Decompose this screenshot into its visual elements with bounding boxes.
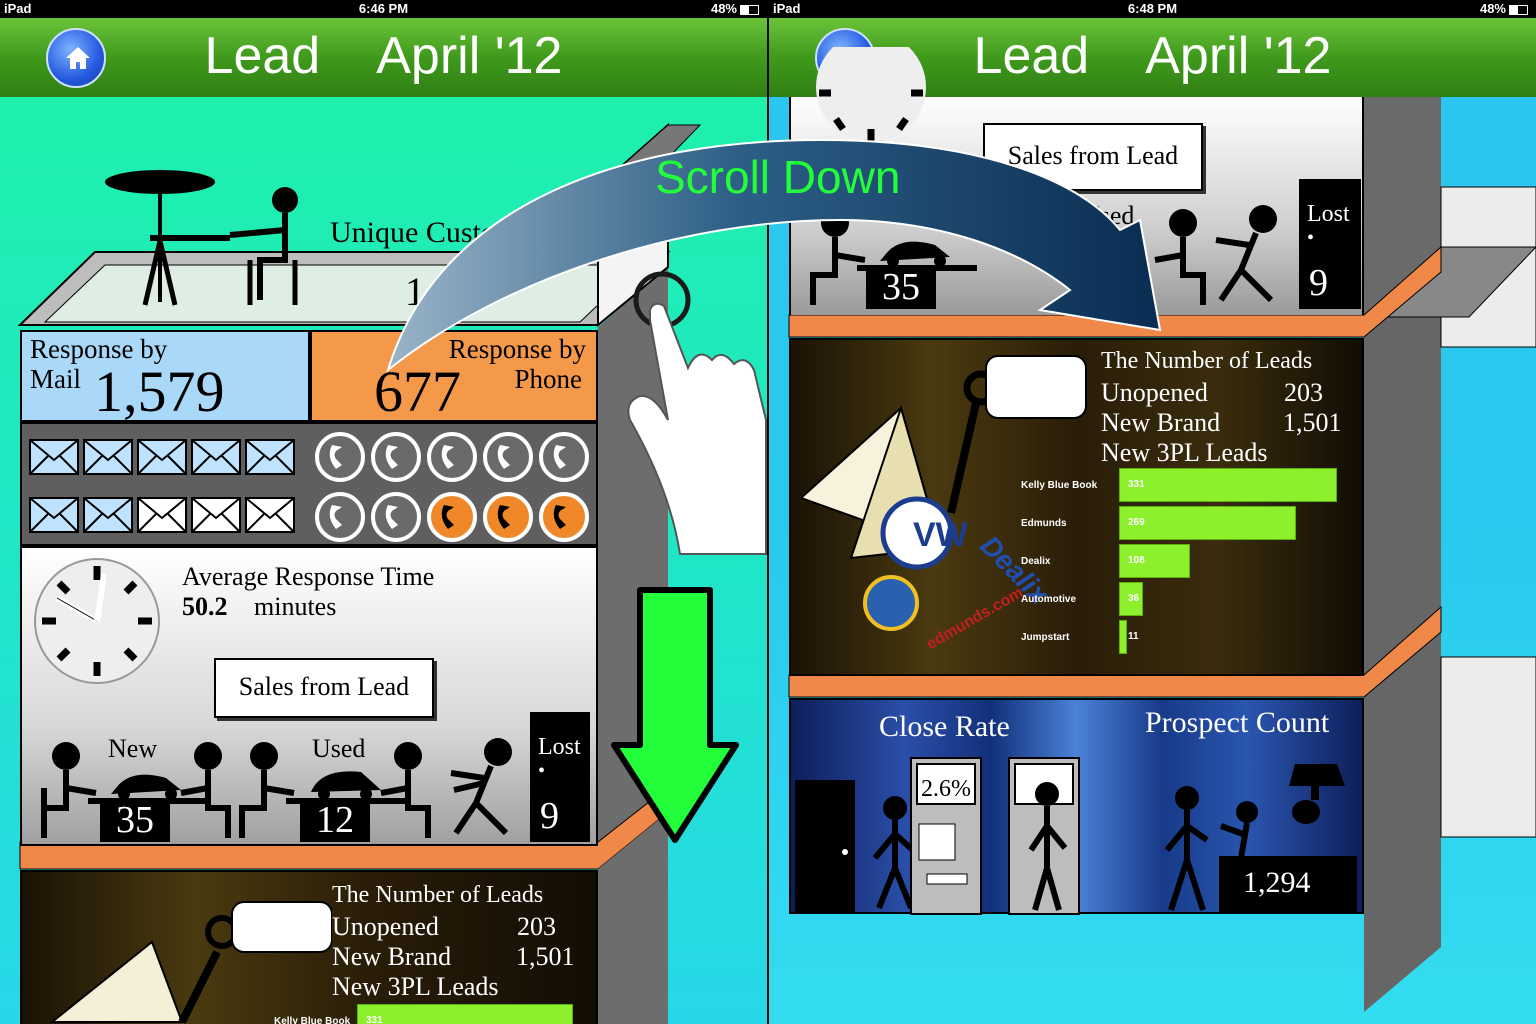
phone-response-icon <box>539 492 589 542</box>
mail-response-icon <box>29 439 79 475</box>
bar-category-label: Jumpstart <box>1021 632 1070 643</box>
lead-bar: 108 <box>1119 544 1191 578</box>
bar-category-label: Dealix <box>1021 556 1051 567</box>
phone-response-icon <box>483 432 533 482</box>
prospect-count-label: Prospect Count <box>1145 706 1330 739</box>
bar-value-label: 36 <box>1128 593 1140 604</box>
mail-response-icon <box>191 497 241 533</box>
mail-response-icon <box>137 497 187 533</box>
response-mail-panel: Response by Mail 1,579 <box>20 330 310 424</box>
unopened-label: Unopened <box>332 912 439 941</box>
bar-category-label: Kelly Blue Book <box>1021 480 1098 491</box>
leads-title: The Number of Leads <box>332 882 544 908</box>
phone-response-icon <box>315 492 365 542</box>
bar-peek: 331 <box>357 1004 573 1024</box>
scroll-down-label: Scroll Down <box>655 151 901 203</box>
mail-response-icon <box>137 439 187 475</box>
new-brand-value: 1,501 <box>516 942 575 971</box>
battery-icon <box>1509 4 1528 15</box>
bar-value-label: 11 <box>1128 631 1139 642</box>
battery-indicator: 48% <box>1480 1 1528 16</box>
phone-response-icon <box>371 492 421 542</box>
lost-panel: Lost • 9 <box>1299 179 1361 309</box>
lead-bar: 269 <box>1119 506 1297 540</box>
title-month: April '12 <box>376 27 563 85</box>
battery-icon <box>740 4 759 15</box>
mail-response-icon <box>191 439 241 475</box>
pointing-hand-icon <box>627 271 767 555</box>
battery-percent: 48% <box>1479 1 1506 16</box>
phone-response-icon <box>315 432 365 482</box>
response-icon-grid <box>20 422 598 546</box>
status-bar: iPad 6:46 PM 48% <box>0 0 767 18</box>
avg-response-label: Average Response Time <box>182 562 435 591</box>
new-value: 35 <box>100 798 170 842</box>
status-bar: iPad 6:48 PM 48% <box>769 0 1536 18</box>
bar-category-label: Automotive <box>1021 594 1076 605</box>
new-3pl-label: New 3PL Leads <box>1101 438 1268 467</box>
bar-peek-value: 331 <box>366 1015 383 1024</box>
bar-value-label: 269 <box>1128 517 1145 528</box>
new-brand-value: 1,501 <box>1283 408 1342 437</box>
lead-bar: 11 <box>1119 620 1139 654</box>
desk-person-icon <box>105 170 298 306</box>
battery-percent: 48% <box>710 1 737 16</box>
response-icons <box>29 432 589 542</box>
vw-logo: VW <box>913 516 968 554</box>
page-title: Lead April '12 <box>0 26 767 86</box>
title-word: Lead <box>973 27 1090 85</box>
prospect-count-value: 1,294 <box>1243 866 1311 899</box>
battery-indicator: 48% <box>711 1 759 16</box>
new-brand-label: New Brand <box>332 942 452 971</box>
bar-peek-label: Kelly Blue Book <box>274 1016 351 1024</box>
seal-logo-icon <box>863 575 919 631</box>
close-rate-label: Close Rate <box>879 710 1010 743</box>
phone-response-icon <box>539 432 589 482</box>
avg-response-panel: Average Response Time 50.2 minutes Sales… <box>20 546 598 846</box>
avg-response-unit: minutes <box>254 592 337 621</box>
lost-label: Lost <box>538 734 581 760</box>
mail-response-icon <box>245 439 295 475</box>
bar-category-label: Edmunds <box>1021 518 1067 529</box>
bar-value-label: 108 <box>1128 555 1145 566</box>
avg-response-value: 50.2 <box>182 592 228 621</box>
bar-value-label: 331 <box>1128 479 1145 490</box>
response-mail-label-2: Mail <box>30 364 81 394</box>
phone-response-icon <box>427 492 477 542</box>
response-mail-value: 1,579 <box>94 359 225 424</box>
phone-response-icon <box>371 432 421 482</box>
lost-value: 9 <box>1309 262 1328 304</box>
nav-bar: Lead April '12 <box>0 18 767 97</box>
lost-dot: • <box>1307 227 1315 249</box>
lead-bar: 331 <box>1119 468 1337 502</box>
unopened-value: 203 <box>517 912 556 941</box>
sales-from-lead-sign: Sales from Lead <box>214 658 434 718</box>
title-word: Lead <box>204 27 321 85</box>
clock: 6:46 PM <box>358 1 409 16</box>
mail-response-icon <box>83 497 133 533</box>
mail-response-icon <box>245 497 295 533</box>
lost-label: Lost <box>1307 201 1350 227</box>
leads-panel-peek: The Number of Leads Unopened 203 New Bra… <box>20 870 598 1024</box>
phone-response-icon <box>483 492 533 542</box>
phone-response-icon <box>427 432 477 482</box>
new-brand-label: New Brand <box>1101 408 1221 437</box>
used-value: 12 <box>300 798 370 842</box>
close-rate-value: 2.6% <box>921 776 971 802</box>
scissors-hand-icon <box>49 901 332 1024</box>
clock-icon <box>34 558 160 684</box>
lost-panel: Lost • 9 <box>530 712 590 842</box>
down-arrow-icon <box>611 587 739 843</box>
title-month: April '12 <box>1145 27 1332 85</box>
close-rate-panel: Close Rate Prospect Count 2.6% 1,294 <box>789 698 1364 915</box>
leads-bar-chart: Kelly Blue Book 331 Edmunds 269 Dealix 108 Aut… <box>1021 468 1351 668</box>
unopened-value: 203 <box>1284 378 1323 407</box>
new-3pl-label: New 3PL Leads <box>332 972 499 1001</box>
lost-value: 9 <box>540 795 559 837</box>
lost-dot: • <box>538 760 546 782</box>
mail-response-icon <box>29 497 79 533</box>
mail-response-icon <box>83 439 133 475</box>
lead-bar: 36 <box>1119 582 1143 616</box>
clock: 6:48 PM <box>1127 1 1178 16</box>
